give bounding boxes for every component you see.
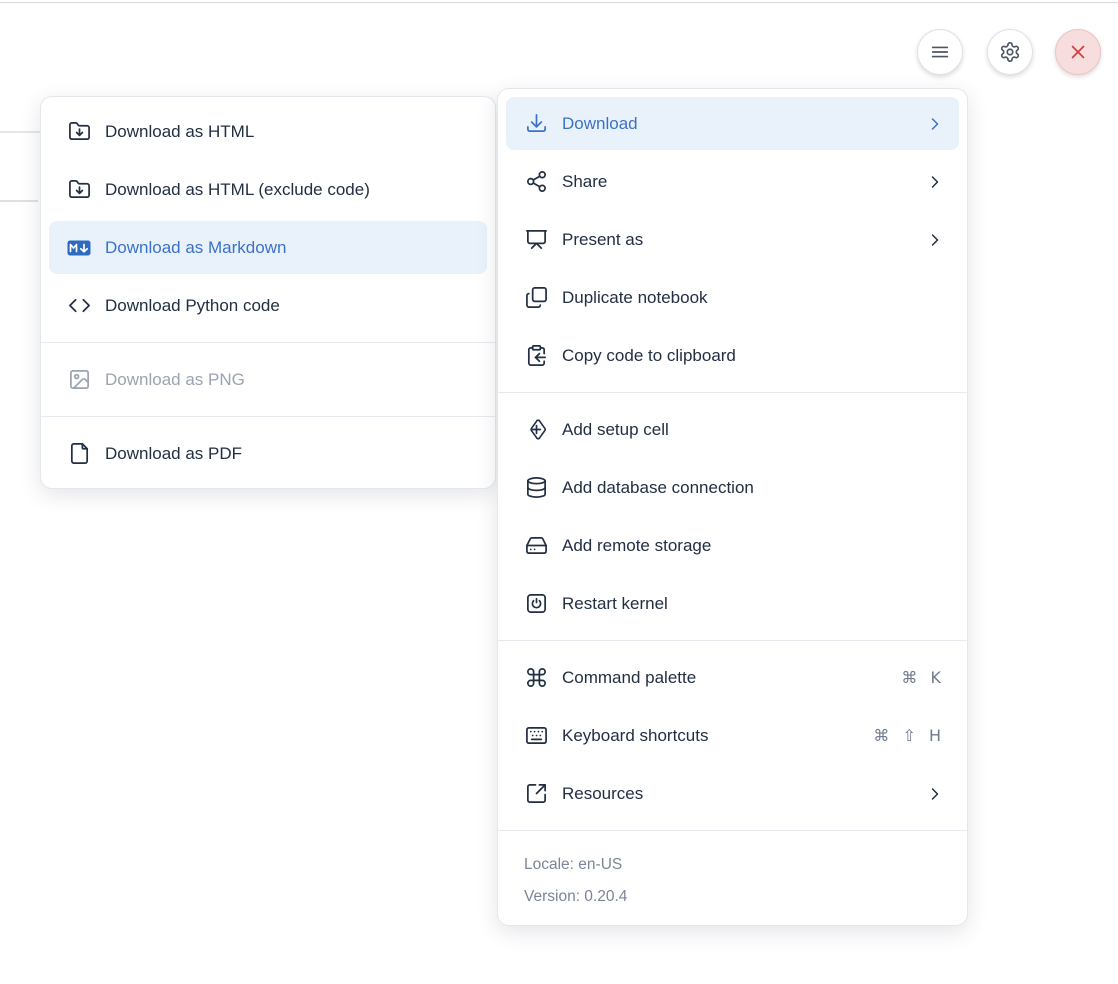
chevron-right-icon <box>925 172 945 192</box>
close-icon <box>1067 41 1089 63</box>
chevron-right-icon <box>925 230 945 250</box>
copy-icon <box>524 286 548 310</box>
keyboard-icon <box>524 724 548 748</box>
menu-item-download-as-pdf[interactable]: Download as PDF <box>49 427 487 480</box>
notebook-menu-button[interactable] <box>917 29 963 75</box>
diamond-plus-icon <box>524 418 548 442</box>
command-icon <box>524 666 548 690</box>
menu-item-download-as-markdown[interactable]: Download as Markdown <box>49 221 487 274</box>
menu-item-label: Keyboard shortcuts <box>562 726 859 746</box>
menu-item-share[interactable]: Share <box>506 155 959 208</box>
menu-item-label: Present as <box>562 230 911 250</box>
menu-item-restart-kernel[interactable]: Restart kernel <box>506 577 959 630</box>
shortcut-hint: ⌘ ⇧ H <box>873 726 945 745</box>
menu-item-copy-code-to-clipboard[interactable]: Copy code to clipboard <box>506 329 959 382</box>
menu-item-label: Download <box>562 114 911 134</box>
menu-item-add-database-connection[interactable]: Add database connection <box>506 461 959 514</box>
folder-down-icon <box>67 178 91 202</box>
menu-item-download-as-html-exclude-code[interactable]: Download as HTML (exclude code) <box>49 163 487 216</box>
download-submenu: Download as HTML Download as HTML (exclu… <box>40 96 496 489</box>
menu-item-resources[interactable]: Resources <box>506 767 959 820</box>
menu-item-label: Copy code to clipboard <box>562 346 945 366</box>
menu-item-download-python-code[interactable]: Download Python code <box>49 279 487 332</box>
menu-item-label: Share <box>562 172 911 192</box>
notebook-actions-menu: Download Share <box>497 88 968 926</box>
menu-item-keyboard-shortcuts[interactable]: Keyboard shortcuts ⌘ ⇧ H <box>506 709 959 762</box>
hard-drive-icon <box>524 534 548 558</box>
hamburger-icon <box>929 41 951 63</box>
menu-item-label: Download Python code <box>105 296 473 316</box>
menu-item-label: Duplicate notebook <box>562 288 945 308</box>
menu-item-duplicate-notebook[interactable]: Duplicate notebook <box>506 271 959 324</box>
menu-item-label: Add remote storage <box>562 536 945 556</box>
download-icon <box>524 112 548 136</box>
background-cell-border <box>0 200 38 202</box>
menu-item-label: Download as Markdown <box>105 238 473 258</box>
menu-item-download[interactable]: Download <box>506 97 959 150</box>
code-icon <box>67 294 91 318</box>
gear-icon <box>999 41 1021 63</box>
menu-divider <box>41 342 495 343</box>
close-notebook-button[interactable] <box>1055 29 1101 75</box>
database-icon <box>524 476 548 500</box>
app-window: Download as HTML Download as HTML (exclu… <box>0 0 1118 984</box>
menu-item-label: Download as PDF <box>105 444 473 464</box>
shortcut-hint: ⌘ K <box>901 668 945 687</box>
file-icon <box>67 442 91 466</box>
menu-item-label: Restart kernel <box>562 594 945 614</box>
menu-item-add-remote-storage[interactable]: Add remote storage <box>506 519 959 572</box>
menu-divider <box>41 416 495 417</box>
menu-item-label: Add database connection <box>562 478 945 498</box>
menu-item-download-as-html[interactable]: Download as HTML <box>49 105 487 158</box>
menu-footer: Locale: en-US Version: 0.20.4 <box>506 841 959 917</box>
menu-divider <box>498 640 967 641</box>
menu-item-command-palette[interactable]: Command palette ⌘ K <box>506 651 959 704</box>
menu-item-label: Resources <box>562 784 911 804</box>
menu-item-label: Add setup cell <box>562 420 945 440</box>
power-square-icon <box>524 592 548 616</box>
external-link-icon <box>524 782 548 806</box>
menu-divider <box>498 392 967 393</box>
locale-text: Locale: en-US <box>524 849 941 881</box>
top-divider <box>0 2 1118 3</box>
menu-item-label: Command palette <box>562 668 887 688</box>
clipboard-copy-icon <box>524 344 548 368</box>
share-icon <box>524 170 548 194</box>
settings-button[interactable] <box>987 29 1033 75</box>
menu-item-download-as-png: Download as PNG <box>49 353 487 406</box>
markdown-download-icon <box>67 236 91 260</box>
menu-item-label: Download as HTML <box>105 122 473 142</box>
image-icon <box>67 368 91 392</box>
menu-item-label: Download as HTML (exclude code) <box>105 180 473 200</box>
version-text: Version: 0.20.4 <box>524 881 941 913</box>
chevron-right-icon <box>925 114 945 134</box>
menu-divider <box>498 830 967 831</box>
menu-item-add-setup-cell[interactable]: Add setup cell <box>506 403 959 456</box>
chevron-right-icon <box>925 784 945 804</box>
presentation-icon <box>524 228 548 252</box>
folder-down-icon <box>67 120 91 144</box>
menu-item-present-as[interactable]: Present as <box>506 213 959 266</box>
background-cell-border <box>0 131 40 133</box>
menu-item-label: Download as PNG <box>105 370 473 390</box>
